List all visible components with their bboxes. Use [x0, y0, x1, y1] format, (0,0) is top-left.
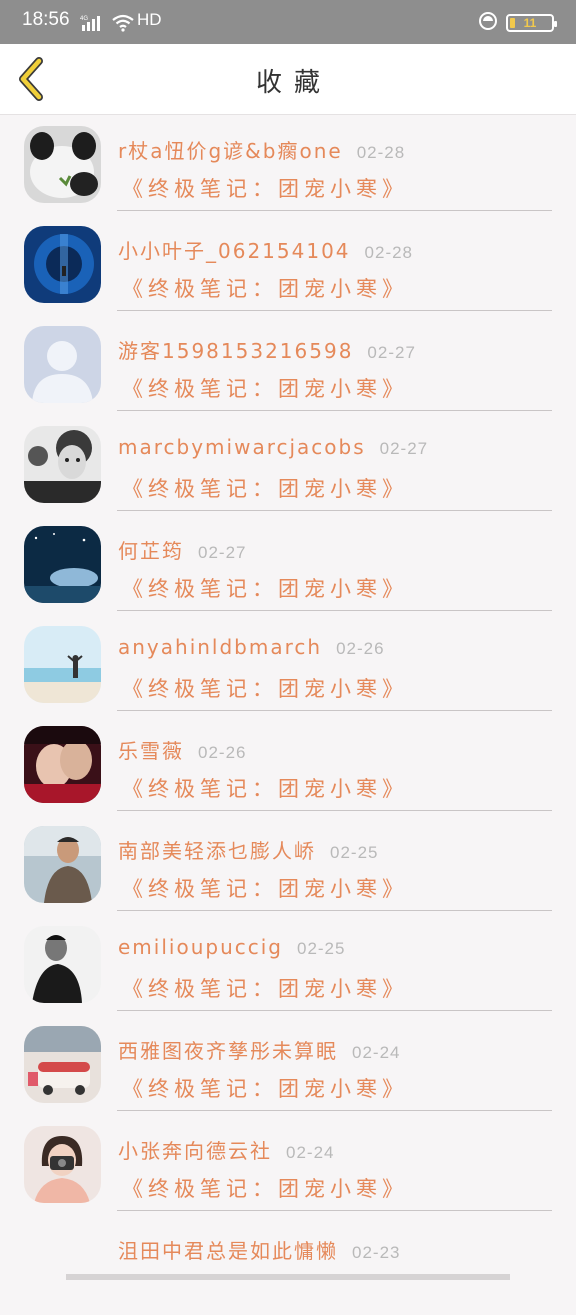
header-bar: 收藏: [0, 44, 576, 115]
favorite-item[interactable]: emilioupuccig 02-25 《终极笔记：团宠小寒》: [0, 915, 576, 1015]
divider: [117, 210, 552, 211]
avatar[interactable]: [24, 426, 101, 503]
user-name: anyahinldbmarch 02-26: [118, 635, 385, 659]
status-time: 18:56: [22, 9, 70, 30]
status-bar: 18:56 4G HD 11: [0, 0, 576, 44]
user-name: 何芷筠 02-27: [118, 535, 246, 564]
book-title-link[interactable]: 《终极笔记：团宠小寒》: [122, 273, 408, 303]
user-name-text: 游客1598153216598: [118, 339, 354, 363]
book-title-link[interactable]: 《终极笔记：团宠小寒》: [122, 1073, 408, 1103]
favorite-date: 02-27: [198, 543, 247, 562]
user-name: 南部美轻添乜膨人峤 02-25: [118, 835, 378, 864]
svg-text:4G: 4G: [80, 16, 88, 22]
user-name-text: marcbymiwarcjacobs: [118, 435, 366, 459]
user-name-text: 沮田中君总是如此慵懒: [118, 1239, 338, 1263]
avatar[interactable]: [24, 226, 101, 303]
divider: [117, 510, 552, 511]
bottom-nav-shadow: [66, 1274, 510, 1280]
favorite-date: 02-28: [364, 243, 414, 262]
favorite-item[interactable]: 小小叶子_062154104 02-28 《终极笔记：团宠小寒》: [0, 215, 576, 315]
battery-level-fill: [510, 18, 515, 28]
avatar[interactable]: [24, 1126, 101, 1203]
user-name: marcbymiwarcjacobs 02-27: [118, 435, 428, 459]
avatar[interactable]: [24, 1026, 101, 1103]
avatar[interactable]: [24, 726, 101, 803]
favorite-date: 02-26: [198, 743, 247, 762]
user-name-text: r杖a忸价g谚&b瘸one: [118, 139, 343, 163]
book-title-link[interactable]: 《终极笔记：团宠小寒》: [122, 573, 408, 603]
favorite-date: 02-25: [330, 843, 379, 862]
user-name: 小张奔向德云社 02-24: [118, 1135, 334, 1164]
favorite-date: 02-24: [286, 1143, 335, 1162]
book-title-link[interactable]: 《终极笔记：团宠小寒》: [122, 473, 408, 503]
divider: [117, 810, 552, 811]
book-title-link[interactable]: 《终极笔记：团宠小寒》: [122, 673, 408, 703]
user-name: 游客1598153216598 02-27: [118, 335, 416, 364]
favorite-item[interactable]: marcbymiwarcjacobs 02-27 《终极笔记：团宠小寒》: [0, 415, 576, 515]
avatar[interactable]: [24, 126, 101, 203]
user-name: 乐雪薇 02-26: [118, 735, 246, 764]
battery-icon: 11: [506, 14, 557, 32]
favorite-item[interactable]: r杖a忸价g谚&b瘸one 02-28 《终极笔记：团宠小寒》: [0, 115, 576, 215]
divider: [117, 1210, 552, 1211]
user-name: emilioupuccig 02-25: [118, 935, 345, 959]
user-name: r杖a忸价g谚&b瘸one 02-28: [118, 135, 405, 164]
page-title: 收藏: [255, 68, 332, 98]
favorite-date: 02-27: [367, 343, 416, 362]
favorite-date: 02-23: [352, 1243, 401, 1262]
divider: [117, 410, 552, 411]
book-title-link[interactable]: 《终极笔记：团宠小寒》: [122, 873, 408, 903]
divider: [117, 1010, 552, 1011]
divider: [117, 310, 552, 311]
user-name-text: 何芷筠: [118, 539, 184, 563]
user-name-text: 西雅图夜齐孳彤未算眠: [118, 1039, 338, 1063]
user-name-text: 小小叶子_062154104: [118, 239, 351, 263]
avatar[interactable]: [24, 626, 101, 703]
user-name-text: 乐雪薇: [118, 739, 184, 763]
favorite-item[interactable]: 南部美轻添乜膨人峤 02-25 《终极笔记：团宠小寒》: [0, 815, 576, 915]
book-title-link[interactable]: 《终极笔记：团宠小寒》: [122, 1173, 408, 1203]
data-saver-icon: [478, 11, 498, 35]
avatar[interactable]: [24, 326, 101, 403]
user-name: 西雅图夜齐孳彤未算眠 02-24: [118, 1035, 400, 1064]
book-title-link[interactable]: 《终极笔记：团宠小寒》: [122, 173, 408, 203]
user-name-text: anyahinldbmarch: [118, 635, 323, 659]
book-title-link[interactable]: 《终极笔记：团宠小寒》: [122, 373, 408, 403]
book-title-link[interactable]: 《终极笔记：团宠小寒》: [122, 773, 408, 803]
avatar[interactable]: [24, 826, 101, 903]
favorite-item[interactable]: 乐雪薇 02-26 《终极笔记：团宠小寒》: [0, 715, 576, 815]
divider: [117, 610, 552, 611]
divider: [117, 710, 552, 711]
user-name: 沮田中君总是如此慵懒 02-23: [118, 1235, 400, 1264]
favorite-date: 02-24: [352, 1043, 401, 1062]
user-name: 小小叶子_062154104 02-28: [118, 235, 413, 264]
battery-level-text: 11: [523, 16, 537, 30]
favorite-item[interactable]: 何芷筠 02-27 《终极笔记：团宠小寒》: [0, 515, 576, 615]
avatar[interactable]: [24, 926, 101, 1003]
favorites-list: r杖a忸价g谚&b瘸one 02-28 《终极笔记：团宠小寒》 小小叶子_062154…: [0, 115, 576, 1315]
divider: [117, 1110, 552, 1111]
favorite-item[interactable]: 小张奔向德云社 02-24 《终极笔记：团宠小寒》: [0, 1115, 576, 1215]
signal-icon: 4G: [80, 14, 106, 36]
user-name-text: 小张奔向德云社: [118, 1139, 272, 1163]
avatar[interactable]: [24, 526, 101, 603]
favorite-item[interactable]: 沮田中君总是如此慵懒 02-23: [0, 1215, 576, 1315]
favorite-date: 02-25: [296, 939, 346, 958]
favorite-date: 02-27: [379, 439, 429, 458]
favorite-item[interactable]: 游客1598153216598 02-27 《终极笔记：团宠小寒》: [0, 315, 576, 415]
user-name-text: 南部美轻添乜膨人峤: [118, 839, 316, 863]
favorite-date: 02-26: [336, 639, 385, 658]
favorite-date: 02-28: [356, 143, 406, 162]
network-label: HD: [137, 10, 162, 29]
wifi-icon: [112, 14, 134, 36]
divider: [117, 910, 552, 911]
book-title-link[interactable]: 《终极笔记：团宠小寒》: [122, 973, 408, 1003]
favorite-item[interactable]: anyahinldbmarch 02-26 《终极笔记：团宠小寒》: [0, 615, 576, 715]
user-name-text: emilioupuccig: [118, 935, 283, 959]
favorite-item[interactable]: 西雅图夜齐孳彤未算眠 02-24 《终极笔记：团宠小寒》: [0, 1015, 576, 1115]
